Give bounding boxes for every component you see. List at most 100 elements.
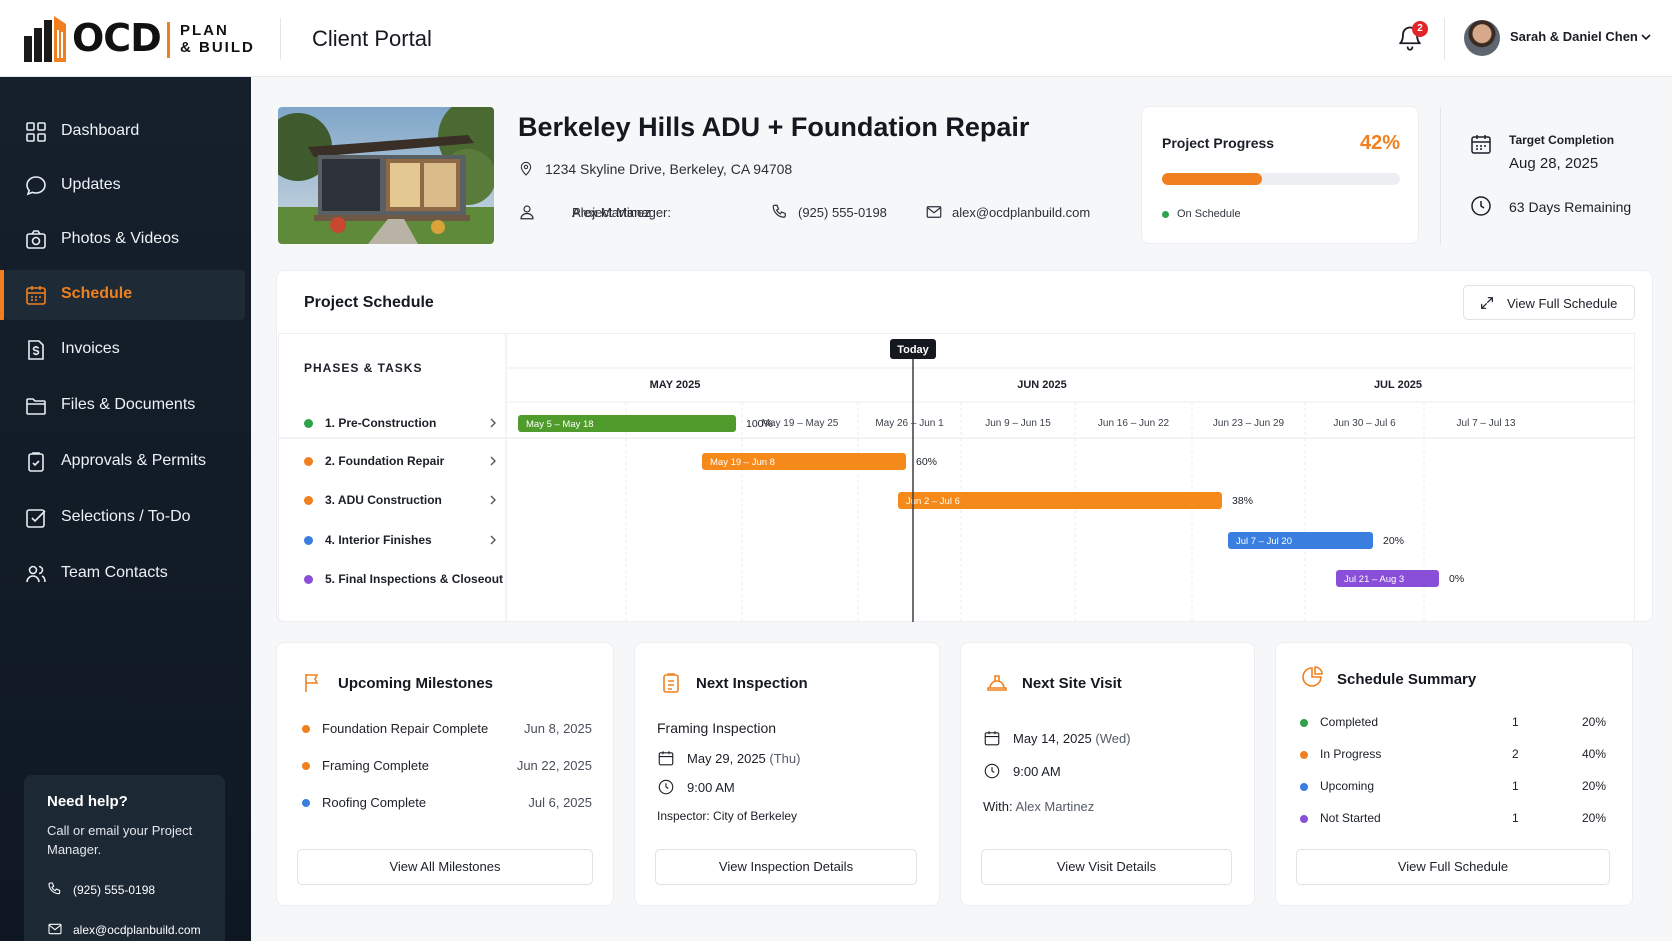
clock-icon [1471, 196, 1491, 216]
target-completion-date: Aug 28, 2025 [1509, 155, 1599, 172]
site-visit-with: With: Alex Martinez [983, 799, 1095, 814]
sidebar-item-updates[interactable]: Updates [4, 161, 245, 211]
calendar-icon [26, 286, 46, 305]
chevron-right-icon[interactable] [488, 495, 498, 505]
hard-hat-icon [987, 675, 1007, 691]
avatar[interactable] [1464, 20, 1500, 56]
flag-icon [305, 674, 319, 692]
summary-dot [1300, 751, 1308, 759]
project-progress-card: Project Progress 42% On Schedule [1141, 106, 1419, 244]
sidebar: Dashboard Updates Photos & Videos Schedu… [0, 77, 251, 941]
sidebar-item-label: Selections / To-Do [61, 508, 191, 525]
inspection-name: Framing Inspection [657, 720, 777, 736]
phone-icon [48, 882, 61, 895]
next-site-visit-card: Next Site Visit May 14, 2025 (Wed) 9:00 … [960, 642, 1255, 906]
month-label: JUL 2025 [1374, 379, 1422, 391]
gantt-bar-label: May 5 – May 18 [526, 419, 594, 430]
gantt-percent-label: 100% [746, 418, 773, 430]
sidebar-item-label: Dashboard [61, 122, 140, 139]
gantt-percent-label: 38% [1232, 495, 1253, 507]
sidebar-item-label: Updates [61, 176, 121, 193]
sidebar-item-invoices[interactable]: Invoices [4, 325, 245, 375]
folder-icon [26, 398, 46, 415]
clock-icon [658, 779, 674, 795]
sidebar-item-label: Files & Documents [61, 396, 196, 413]
task-dot [304, 457, 313, 466]
sidebar-item-photos-videos[interactable]: Photos & Videos [4, 215, 245, 265]
card-title: Next Site Visit [1022, 675, 1122, 692]
summary-dot [1300, 783, 1308, 791]
sidebar-item-team-contacts[interactable]: Team Contacts [4, 549, 245, 599]
sidebar-item-label: Photos & Videos [61, 230, 180, 247]
grid-icon [26, 122, 46, 142]
calendar-icon [1471, 135, 1491, 154]
sidebar-item-dashboard[interactable]: Dashboard [4, 107, 245, 157]
task-dot [304, 419, 313, 428]
chevron-right-icon[interactable] [488, 456, 498, 466]
clipboard-check-icon [28, 452, 44, 472]
status-dot [1162, 211, 1169, 218]
view-visit-details-button[interactable]: View Visit Details [981, 849, 1232, 885]
chevron-down-icon[interactable] [1640, 31, 1652, 43]
list-item: Roofing Complete Jul 6, 2025 [302, 795, 592, 813]
tasks-header: PHASES & TASKS [304, 361, 423, 375]
divider [1440, 107, 1441, 244]
schedule-title: Project Schedule [304, 294, 434, 311]
next-inspection-card: Next Inspection Framing Inspection May 2… [634, 642, 940, 906]
gantt-percent-label: 60% [916, 456, 937, 468]
sidebar-item-selections-todo[interactable]: Selections / To-Do [4, 493, 245, 543]
milestone-dot [302, 725, 310, 733]
schedule-summary-card: Schedule Summary Completed 1 20% In Prog… [1275, 642, 1633, 906]
user-name[interactable]: Sarah & Daniel Chen [1510, 29, 1638, 44]
task-dot [304, 575, 313, 584]
project-photo [278, 107, 494, 244]
sidebar-item-files-documents[interactable]: Files & Documents [4, 381, 245, 431]
portal-title: Client Portal [312, 26, 432, 51]
chevron-right-icon[interactable] [488, 535, 498, 545]
help-title: Need help? [47, 793, 128, 810]
upcoming-milestones-card: Upcoming Milestones Foundation Repair Co… [276, 642, 614, 906]
progress-percent: 42% [1359, 132, 1400, 154]
progress-bar [1162, 173, 1400, 185]
checkbox-icon [26, 509, 46, 528]
gantt-bar-label: May 19 – Jun 8 [710, 457, 775, 468]
month-label: MAY 2025 [650, 379, 701, 391]
help-text: Call or email your Project Manager. [47, 823, 193, 857]
calendar-icon [658, 751, 674, 766]
card-title: Schedule Summary [1337, 671, 1477, 688]
milestone-dot [302, 799, 310, 807]
gantt-percent-label: 0% [1449, 573, 1464, 585]
progress-title: Project Progress [1162, 135, 1275, 151]
chevron-right-icon[interactable] [488, 418, 498, 428]
logo-build-text: & BUILD [180, 39, 255, 56]
week-label: Jun 23 – Jun 29 [1213, 418, 1285, 429]
target-completion-label: Target Completion [1509, 133, 1615, 147]
mail-icon [48, 923, 62, 935]
sidebar-item-label: Approvals & Permits [61, 452, 206, 469]
help-panel: Need help? Call or email your Project Ma… [24, 775, 225, 941]
today-label: Today [897, 344, 929, 356]
progress-bar-fill [1162, 173, 1262, 185]
gantt-bar-label: Jul 21 – Aug 3 [1344, 574, 1404, 585]
summary-dot [1300, 815, 1308, 823]
company-logo[interactable]: OCD PLAN & BUILD [22, 14, 262, 64]
header-divider [1444, 18, 1445, 60]
logo-divider [167, 22, 170, 58]
summary-row: Completed 1 20% [1300, 715, 1606, 733]
phone-icon [772, 204, 786, 218]
list-item: Foundation Repair Complete Jun 8, 2025 [302, 721, 592, 739]
days-remaining: 63 Days Remaining [1509, 199, 1632, 215]
sidebar-item-label: Schedule [61, 285, 133, 302]
view-full-schedule-button[interactable]: View Full Schedule [1463, 285, 1635, 320]
month-label: JUN 2025 [1017, 379, 1067, 391]
invoice-dollar-icon [28, 340, 44, 360]
clipboard-icon [663, 673, 679, 693]
logo-plan-text: PLAN [180, 22, 229, 39]
sidebar-item-schedule[interactable]: Schedule [0, 270, 245, 320]
view-full-schedule-summary-button[interactable]: View Full Schedule [1296, 849, 1610, 885]
view-inspection-details-button[interactable]: View Inspection Details [655, 849, 917, 885]
sidebar-item-approvals-permits[interactable]: Approvals & Permits [4, 437, 245, 487]
list-item: Framing Complete Jun 22, 2025 [302, 758, 592, 776]
view-all-milestones-button[interactable]: View All Milestones [297, 849, 593, 885]
calendar-icon [984, 731, 1000, 746]
